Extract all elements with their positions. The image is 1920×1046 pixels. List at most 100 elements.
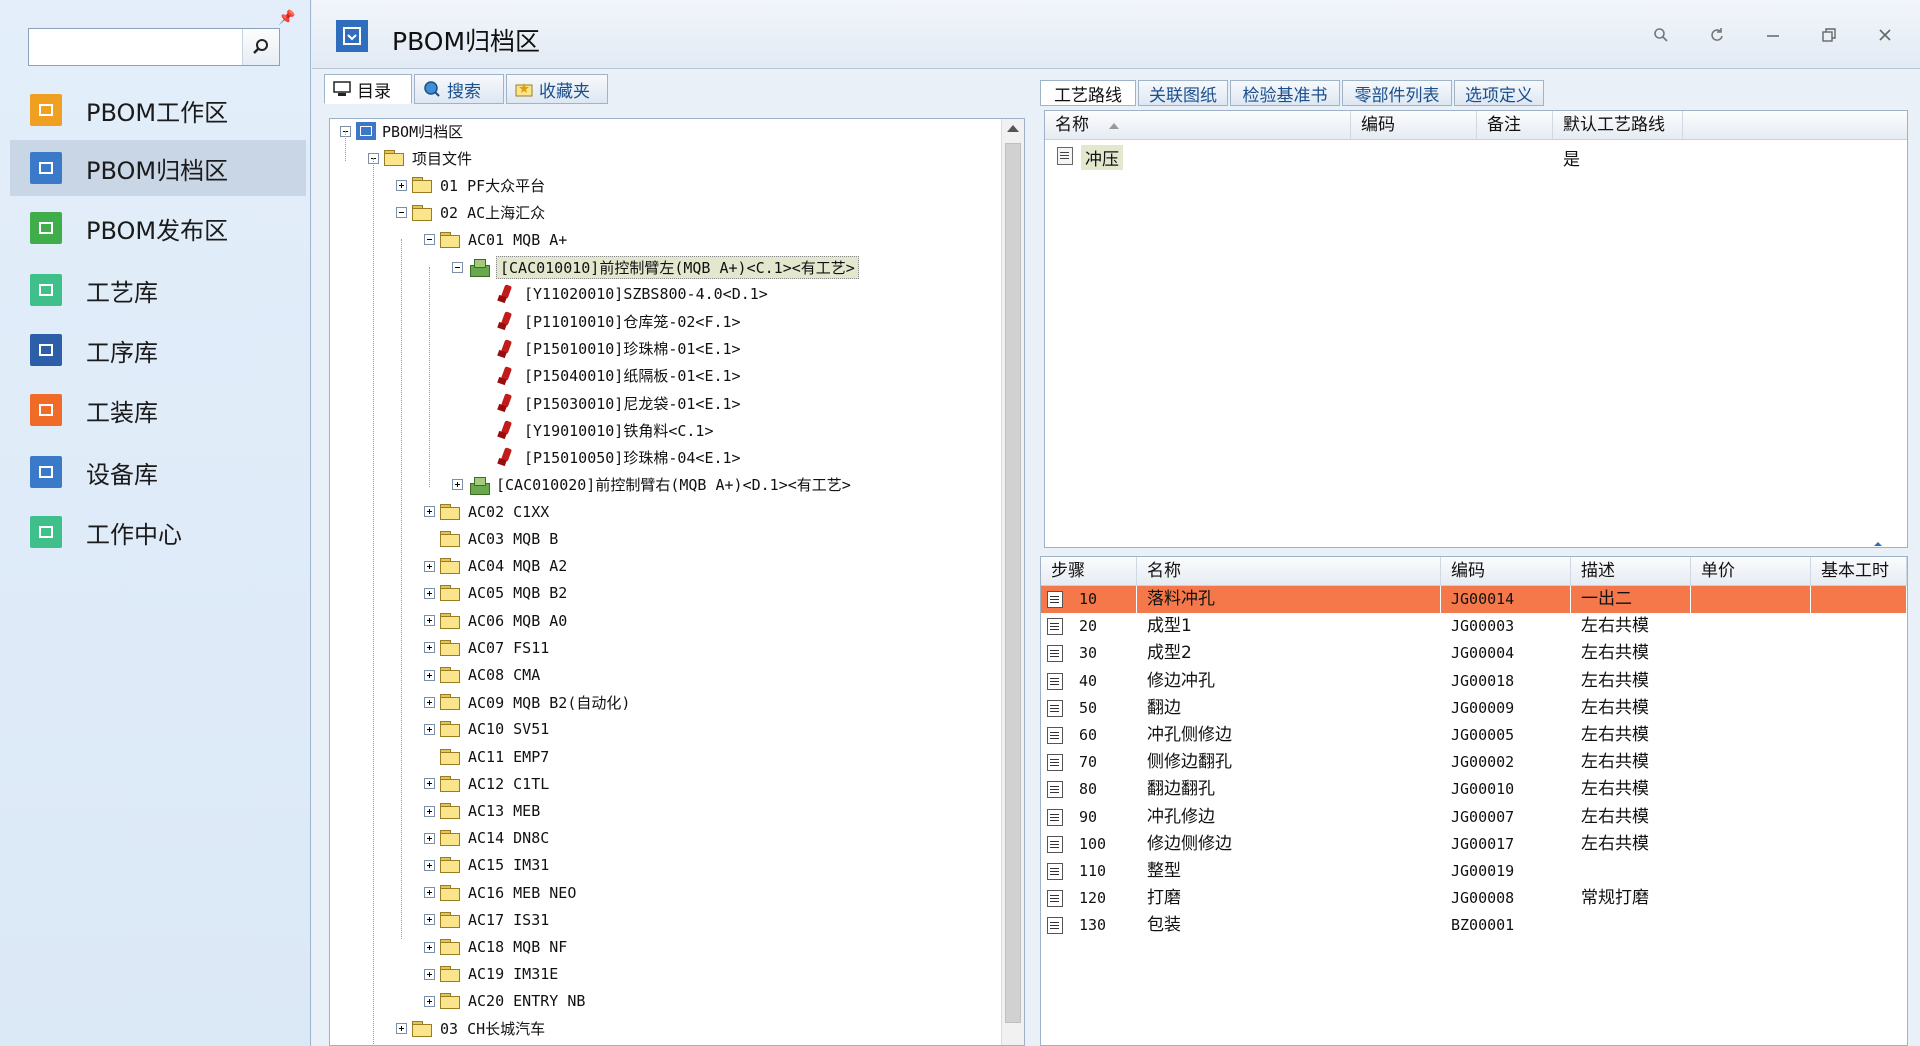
column-header-name[interactable]: 名称 xyxy=(1045,111,1351,139)
minimize-button[interactable] xyxy=(1758,20,1788,50)
splitter-arrow-icon[interactable] xyxy=(1873,541,1883,547)
table-row[interactable]: 80 翻边翻孔 JG00010 左右共模 xyxy=(1041,776,1907,803)
tree-node-project[interactable]: AC08 CMA xyxy=(424,663,540,687)
tab-related-drawings[interactable]: 关联图纸 xyxy=(1138,80,1228,106)
tree-node-project[interactable]: AC16 MEB NEO xyxy=(424,881,576,905)
expand-icon[interactable] xyxy=(424,696,435,708)
expand-icon[interactable] xyxy=(424,506,435,518)
tab-parts-list[interactable]: 零部件列表 xyxy=(1342,80,1452,106)
sidebar-item-equipment-library[interactable]: 设备库 xyxy=(10,444,306,500)
tab-inspection-standard[interactable]: 检验基准书 xyxy=(1230,80,1340,106)
tree-node-project[interactable]: AC15 IM31 xyxy=(424,853,549,877)
column-header-note[interactable]: 备注 xyxy=(1477,111,1553,139)
tree-node-part[interactable]: [P11010010]仓库笼-02<F.1> xyxy=(480,309,741,333)
expand-icon[interactable] xyxy=(424,941,435,953)
tree-node-project[interactable]: AC13 MEB xyxy=(424,799,540,823)
sidebar-item-process-library[interactable]: 工艺库 xyxy=(10,262,306,318)
pin-icon[interactable]: 📌 xyxy=(278,10,295,26)
column-header-code[interactable]: 编码 xyxy=(1441,557,1571,585)
table-row[interactable]: 40 修边冲孔 JG00018 左右共模 xyxy=(1041,668,1907,695)
search-button[interactable] xyxy=(242,29,279,65)
sidebar-item-operation-library[interactable]: 工序库 xyxy=(10,322,306,378)
table-row[interactable]: 10 落料冲孔 JG00014 一出二 xyxy=(1041,586,1907,613)
expand-icon[interactable] xyxy=(396,179,407,191)
table-row[interactable]: 110 整型 JG00019 xyxy=(1041,858,1907,885)
sidebar-item-tooling-library[interactable]: 工装库 xyxy=(10,382,306,438)
expand-icon[interactable] xyxy=(424,968,435,980)
sidebar-item-work-center[interactable]: 工作中心 xyxy=(10,504,306,560)
tree-node-platform[interactable]: 03 CH长城汽车 xyxy=(396,1017,545,1041)
expand-icon[interactable] xyxy=(452,479,463,491)
tree-node-project[interactable]: AC09 MQB B2(自动化) xyxy=(424,690,630,714)
expand-icon[interactable] xyxy=(424,615,435,627)
column-header-default-route[interactable]: 默认工艺路线 xyxy=(1553,111,1683,139)
expand-icon[interactable] xyxy=(424,887,435,899)
tree-node-project[interactable]: AC19 IM31E xyxy=(424,962,558,986)
tab-search[interactable]: 搜索 xyxy=(414,74,504,104)
expand-icon[interactable] xyxy=(424,778,435,790)
collapse-icon[interactable] xyxy=(424,234,435,246)
tree-node-part[interactable]: [P15040010]纸隔板-01<E.1> xyxy=(480,364,741,388)
tab-catalog[interactable]: 目录 xyxy=(324,74,412,104)
tree-node-assembly[interactable]: [CAC010010]前控制臂左(MQB A+)<C.1><有工艺> xyxy=(452,255,859,279)
close-button[interactable] xyxy=(1870,20,1900,50)
tab-option-definition[interactable]: 选项定义 xyxy=(1454,80,1544,106)
tree-node-project[interactable]: AC02 C1XX xyxy=(424,500,549,524)
expand-icon[interactable] xyxy=(424,642,435,654)
tree-node-assembly[interactable]: [CAC010020]前控制臂右(MQB A+)<D.1><有工艺> xyxy=(452,473,851,497)
tree-node-part[interactable]: [Y19010010]铁角料<C.1> xyxy=(480,418,714,442)
tree-node-platform[interactable]: 02 AC上海汇众 xyxy=(396,201,545,225)
column-header-description[interactable]: 描述 xyxy=(1571,557,1691,585)
expand-icon[interactable] xyxy=(396,1023,407,1035)
tree-scrollbar[interactable] xyxy=(1001,119,1024,1045)
process-route-grid[interactable]: 名称 编码 备注 默认工艺路线 冲压 是 xyxy=(1044,110,1908,548)
catalog-tree[interactable]: PBOM归档区 项目文件 01 PF大众平台 02 AC上海汇众 AC01 MQB A+… xyxy=(329,118,1025,1046)
process-steps-grid[interactable]: 步骤 名称 编码 描述 单价 基本工时 10 落料冲孔 JG00014 一出二 20 成型… xyxy=(1040,556,1908,1046)
tree-node-project[interactable]: AC18 MQB NF xyxy=(424,935,567,959)
expand-icon[interactable] xyxy=(424,832,435,844)
expand-icon[interactable] xyxy=(424,587,435,599)
refresh-button[interactable] xyxy=(1702,20,1732,50)
tree-node-project[interactable]: AC17 IS31 xyxy=(424,908,549,932)
table-row[interactable]: 60 冲孔侧修边 JG00005 左右共模 xyxy=(1041,722,1907,749)
collapse-icon[interactable] xyxy=(452,261,463,273)
table-row[interactable]: 50 翻边 JG00009 左右共模 xyxy=(1041,695,1907,722)
tree-node-project[interactable]: AC12 C1TL xyxy=(424,772,549,796)
table-row[interactable]: 70 侧修边翻孔 JG00002 左右共模 xyxy=(1041,749,1907,776)
column-header-name[interactable]: 名称 xyxy=(1137,557,1441,585)
sidebar-item-archive[interactable]: PBOM归档区 xyxy=(10,140,306,196)
table-row[interactable]: 30 成型2 JG00004 左右共模 xyxy=(1041,640,1907,667)
tree-node-project[interactable]: AC07 FS11 xyxy=(424,636,549,660)
expand-icon[interactable] xyxy=(424,560,435,572)
tree-node-part[interactable]: [Y11020010]SZBS800-4.0<D.1> xyxy=(480,282,768,306)
expand-icon[interactable] xyxy=(424,805,435,817)
tree-node-project[interactable]: AC11 EMP7 xyxy=(424,745,549,769)
tree-node-part[interactable]: [P15030010]尼龙袋-01<E.1> xyxy=(480,391,741,415)
table-row[interactable]: 20 成型1 JG00003 左右共模 xyxy=(1041,613,1907,640)
tree-node-root[interactable]: PBOM归档区 xyxy=(340,119,463,143)
tree-node-part[interactable]: [P15010010]珍珠棉-01<E.1> xyxy=(480,337,741,361)
collapse-icon[interactable] xyxy=(396,207,407,219)
tree-node-project[interactable]: AC14 DN8C xyxy=(424,826,549,850)
table-row[interactable]: 130 包装 BZ00001 xyxy=(1041,912,1907,939)
scrollbar-thumb[interactable] xyxy=(1005,143,1021,1023)
expand-icon[interactable] xyxy=(424,914,435,926)
tree-node-project[interactable]: AC06 MQB A0 xyxy=(424,609,567,633)
tree-node-project[interactable]: AC01 MQB A+ xyxy=(424,228,567,252)
tree-node-project[interactable]: AC20 ENTRY NB xyxy=(424,989,585,1013)
tree-node-project[interactable]: AC10 SV51 xyxy=(424,717,549,741)
column-header-unit-price[interactable]: 单价 xyxy=(1691,557,1811,585)
column-header-base-hours[interactable]: 基本工时 xyxy=(1811,557,1907,585)
column-header-code[interactable]: 编码 xyxy=(1351,111,1477,139)
table-row[interactable]: 100 修边侧修边 JG00017 左右共模 xyxy=(1041,831,1907,858)
scroll-up-icon[interactable] xyxy=(1007,125,1019,132)
column-header-step[interactable]: 步骤 xyxy=(1041,557,1137,585)
tree-node-project[interactable]: AC05 MQB B2 xyxy=(424,581,567,605)
expand-icon[interactable] xyxy=(424,669,435,681)
expand-icon[interactable] xyxy=(424,723,435,735)
tree-node-project[interactable]: AC03 MQB B xyxy=(424,527,558,551)
expand-icon[interactable] xyxy=(424,995,435,1007)
tree-node-part[interactable]: [P15010050]珍珠棉-04<E.1> xyxy=(480,445,741,469)
tab-favorites[interactable]: 收藏夹 xyxy=(506,74,608,104)
tree-node-platform[interactable]: 01 PF大众平台 xyxy=(396,173,545,197)
